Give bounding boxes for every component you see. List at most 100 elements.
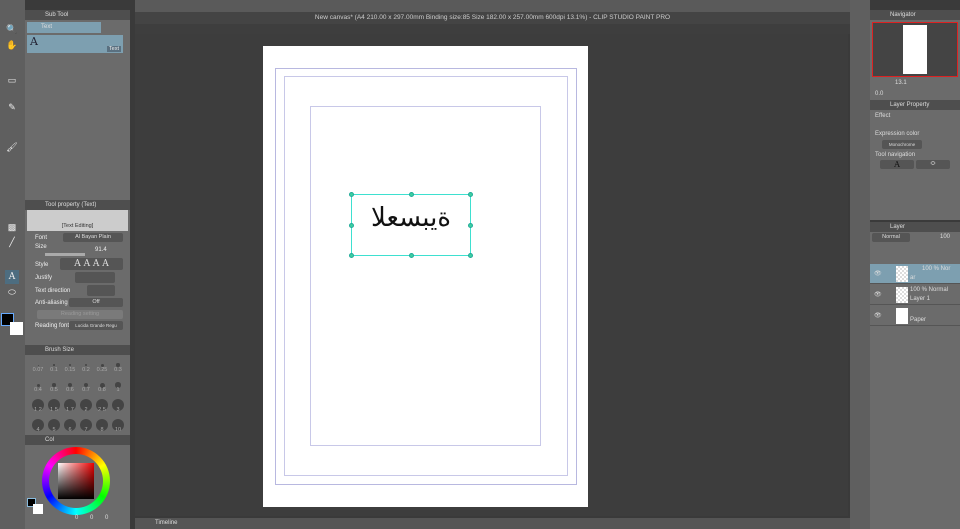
tool-property-panel: Tool property (Text) [Text Editing] Font…: [25, 200, 130, 345]
reading-setting-select[interactable]: Reading setting: [37, 310, 123, 319]
hand-tool-icon[interactable]: ✋: [5, 38, 19, 52]
brush-size-label: 1.2: [34, 407, 42, 413]
layer-name: Paper: [910, 317, 927, 323]
bg-color-swatch[interactable]: [33, 504, 43, 514]
brush-size-dot[interactable]: [53, 364, 55, 366]
font-select[interactable]: Al Bayan Plain: [63, 233, 123, 242]
size-slider[interactable]: [45, 253, 85, 256]
resize-handle[interactable]: [468, 223, 473, 228]
title-bar: New canvas* (A4 210.00 x 297.00mm Bindin…: [135, 12, 850, 24]
subtool-panel: Sub Tool Text A Text: [25, 10, 130, 200]
canvas-text[interactable]: العسبية: [352, 203, 470, 233]
resize-handle[interactable]: [409, 192, 414, 197]
resize-handle[interactable]: [349, 253, 354, 258]
brush-size-label: 4: [36, 427, 40, 433]
angle-value[interactable]: 0.0: [875, 91, 883, 97]
brush-size-label: 0.7: [82, 387, 90, 393]
brush-size-label: 0.2: [82, 367, 90, 373]
brush-size-label: 2.5: [98, 407, 106, 413]
layer-row[interactable]: 👁 Paper: [870, 306, 960, 326]
eye-icon[interactable]: 👁: [874, 312, 882, 319]
brush-size-dot[interactable]: [37, 364, 39, 366]
resize-handle[interactable]: [468, 192, 473, 197]
size-value[interactable]: 91.4: [95, 247, 107, 253]
navigator-preview[interactable]: [872, 22, 958, 77]
justify-buttons[interactable]: [75, 272, 115, 283]
balloon-tool-icon[interactable]: ⬭: [5, 285, 19, 299]
resize-handle[interactable]: [468, 253, 473, 258]
timeline-label: Timeline: [155, 520, 178, 526]
brush-size-label: 1.7: [66, 407, 74, 413]
canvas-area[interactable]: العسبية: [135, 34, 848, 516]
color-value-h: 0: [75, 515, 79, 521]
brush-size-label: 1.5: [50, 407, 58, 413]
layer-name: ar: [910, 275, 916, 281]
resize-handle[interactable]: [349, 192, 354, 197]
text-box[interactable]: العسبية: [349, 192, 473, 258]
brush-size-label: 0.4: [34, 387, 42, 393]
brush-size-label: 0.6: [66, 387, 74, 393]
brush-size-header: Brush Size: [25, 345, 130, 355]
text-direction-label: Text direction: [35, 288, 71, 294]
brush-size-label: 0.1: [50, 367, 58, 373]
brush-size-label: 5: [52, 427, 56, 433]
eye-icon[interactable]: 👁: [874, 270, 882, 277]
select-tool-icon[interactable]: ▭: [5, 73, 19, 87]
eye-icon[interactable]: 👁: [874, 291, 882, 298]
brush-size-label: 0.3: [114, 367, 122, 373]
sub-color-swatch[interactable]: [10, 322, 23, 335]
reading-font-select[interactable]: Lucida Grande Regu: [69, 321, 123, 330]
subtool-item-text[interactable]: A Text: [27, 35, 123, 53]
text-nav-button[interactable]: A: [880, 160, 914, 169]
navigator-tab[interactable]: Navigator: [870, 10, 960, 20]
color-tab[interactable]: Col: [25, 435, 130, 445]
subtool-header: Sub Tool: [25, 10, 130, 20]
subtool-item-label: Text: [106, 46, 121, 52]
reading-font-label: Reading font: [35, 323, 70, 329]
subtool-group[interactable]: Text: [27, 22, 101, 33]
zoom-tool-icon[interactable]: 🔍: [5, 22, 19, 36]
brush-size-label: 3: [116, 407, 120, 413]
brush-size-label: 0.25: [96, 367, 108, 373]
brush-size-dot[interactable]: [84, 363, 88, 367]
resize-handle[interactable]: [349, 223, 354, 228]
line-tool-icon[interactable]: ╱: [5, 235, 19, 249]
text-direction-buttons[interactable]: [87, 285, 115, 296]
brush-size-label: 8: [100, 427, 104, 433]
layer-property-panel: Layer Property Effect Expression color M…: [870, 100, 960, 220]
saturation-square[interactable]: [58, 463, 94, 499]
layer-row[interactable]: 👁 100 % Normal Layer 1: [870, 285, 960, 305]
timeline-bar[interactable]: Timeline: [135, 518, 850, 529]
pen-tool-icon[interactable]: ✎: [5, 100, 19, 114]
blend-mode-select[interactable]: Normal: [872, 233, 910, 242]
size-label: Size: [35, 244, 47, 250]
anti-aliasing-select[interactable]: Off: [69, 298, 123, 307]
color-value-s: 0: [90, 515, 94, 521]
brush-size-label: 7: [84, 427, 88, 433]
right-icon-bar: [850, 0, 870, 529]
layer-name: Layer 1: [910, 296, 931, 302]
opacity-value[interactable]: 100: [940, 234, 950, 240]
layer-property-tab[interactable]: Layer Property: [870, 100, 960, 110]
zoom-value[interactable]: 13.1: [895, 80, 907, 86]
text-tool-icon[interactable]: A: [5, 270, 19, 284]
brush-size-label: 0.07: [32, 367, 44, 373]
justify-label: Justify: [35, 275, 53, 281]
layer-panel: Layer Normal 100 👁 100 % Nor ar 👁 100 % N…: [870, 222, 960, 529]
brush-size-panel: Brush Size 0.07 0.1 0.15 0.2 0.25 0.3 0.4 0.5 0.…: [25, 345, 130, 435]
brush-tool-icon[interactable]: 🖌: [5, 140, 19, 154]
layer-row[interactable]: 👁 100 % Nor ar: [870, 264, 960, 284]
layer-thumbnail: [896, 287, 908, 303]
brush-size-label: 0.15: [64, 367, 76, 373]
brush-size-label: 6: [68, 427, 72, 433]
style-buttons[interactable]: A A A A: [60, 258, 123, 270]
resize-handle[interactable]: [409, 253, 414, 258]
effect-label: Effect: [875, 113, 891, 119]
gradient-tool-icon[interactable]: ▩: [5, 220, 19, 234]
layer-tab[interactable]: Layer: [870, 222, 960, 232]
expression-color-select[interactable]: Monochrome: [882, 140, 922, 149]
balloon-nav-button[interactable]: ⬭: [916, 160, 950, 169]
tool-property-header: Tool property (Text): [25, 200, 130, 210]
brush-size-dot[interactable]: [69, 364, 71, 366]
font-label: Font: [35, 235, 48, 241]
